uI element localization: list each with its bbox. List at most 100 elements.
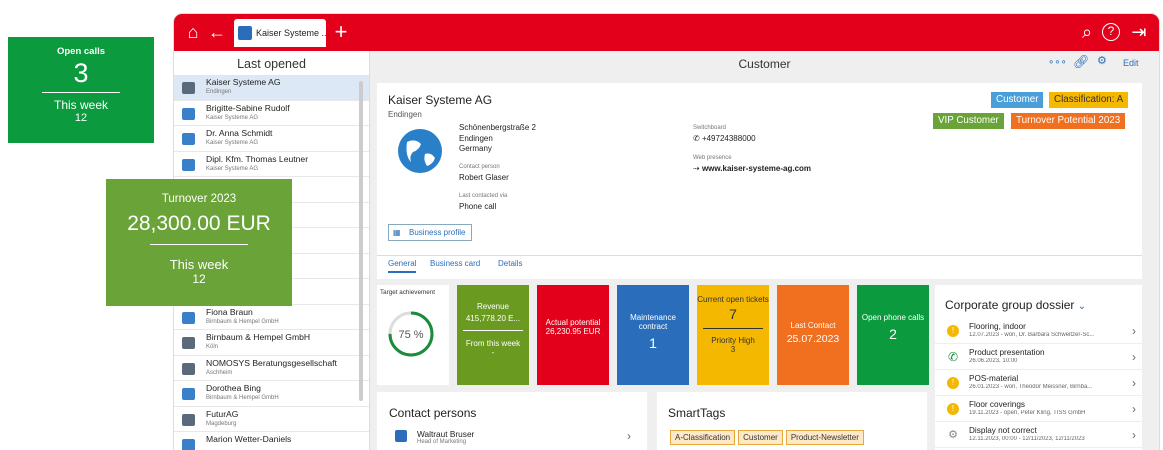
contact-person-role: Head of Marketing xyxy=(417,439,467,445)
company-icon xyxy=(182,337,195,349)
dossier-item-sub: 12.07.2023 - won, Dr. Barbara Schweitzer… xyxy=(969,332,1095,338)
list-item[interactable]: Fiona Braun Birnbaum & Hempel GmbH xyxy=(174,305,369,330)
revenue-value: 415,778.20 E... xyxy=(465,314,521,323)
address: Schönenbergstraße 2 Endingen Germany xyxy=(459,123,536,155)
list-item[interactable]: Brigitte-Sabine Rudolf Kaiser Systeme AG xyxy=(174,101,369,126)
dossier-item-sub: 26.06.2023, 10:00 xyxy=(969,358,1018,364)
dossier-item-sub: 26.01.2023 - won, Theodor Meissner, Birn… xyxy=(969,384,1093,390)
tile-divider xyxy=(703,328,763,329)
chevron-right-icon: › xyxy=(1132,428,1136,442)
web-value: www.kaiser-systeme-ag.com xyxy=(701,164,812,173)
edit-button[interactable]: Edit xyxy=(1123,58,1139,68)
list-item-sub: Aschheim xyxy=(206,369,233,376)
list-item-sub: Birnbaum & Hempel GmbH xyxy=(206,395,279,401)
back-arrow-icon[interactable]: ← xyxy=(206,21,228,43)
business-profile-button[interactable]: ▦ Business profile xyxy=(388,224,473,241)
dossier-item[interactable]: ! Floor coverings 19.11.2023 - open, Peter… xyxy=(935,396,1142,422)
home-icon[interactable]: ⌂ xyxy=(182,21,204,43)
maintenance-title: Maintenance contract xyxy=(630,313,676,331)
contact-value[interactable]: Robert Glaser xyxy=(459,173,509,182)
search-icon[interactable]: ⌕ xyxy=(1076,21,1098,43)
person-icon xyxy=(182,439,195,450)
tab-business-card[interactable]: Business card xyxy=(430,259,480,268)
phone-calls-title: Open phone calls xyxy=(861,313,925,322)
add-tab-icon[interactable]: + xyxy=(330,21,352,43)
list-item[interactable]: Birnbaum & Hempel GmbH Köln xyxy=(174,330,369,356)
target-value: 75 % xyxy=(398,329,423,341)
potential-tile[interactable]: Actual potential 26,230.95 EUR xyxy=(537,285,609,385)
dossier-title-text: Corporate group dossier xyxy=(945,298,1075,312)
settings-icon[interactable]: ⚙ xyxy=(1097,54,1107,67)
phone-calls-tile[interactable]: Open phone calls 2 xyxy=(857,285,929,385)
tag-product-newsletter[interactable]: Product-Newsletter xyxy=(785,430,864,445)
revenue-tile[interactable]: Revenue 415,778.20 E... From this week - xyxy=(457,285,529,385)
chevron-right-icon: › xyxy=(1132,376,1136,390)
person-icon xyxy=(395,430,407,442)
list-item-name: Marion Wetter-Daniels xyxy=(206,434,292,444)
tab-details[interactable]: Details xyxy=(498,259,522,268)
dossier-item[interactable]: ! POS-material 26.01.2023 - won, Theodor M… xyxy=(935,370,1142,396)
company-icon xyxy=(182,82,195,94)
tag-a-classification[interactable]: A-Classification xyxy=(670,430,736,445)
person-icon xyxy=(182,388,195,400)
list-item-name: Dr. Anna Schmidt xyxy=(206,128,273,138)
turnover-sub: This week xyxy=(169,257,229,272)
list-item-sub: Endingen xyxy=(206,89,232,95)
list-item-sub: Köln xyxy=(206,344,219,350)
more-icon[interactable]: ∘∘∘ xyxy=(1048,57,1067,68)
turnover-subval: 12 xyxy=(192,272,206,286)
dossier-item[interactable]: ⚙ Display not correct 12.11.2023, 00:00 - … xyxy=(935,422,1142,448)
list-item[interactable]: FuturAG Magdeburg xyxy=(174,407,369,432)
tickets-value: 7 xyxy=(729,306,737,322)
list-item[interactable]: Kaiser Systeme AG Endingen xyxy=(174,75,369,101)
list-item[interactable]: Dr. Anna Schmidt Kaiser Systeme AG xyxy=(174,126,369,152)
logout-icon[interactable]: ⇥ xyxy=(1128,21,1150,43)
tag-list: A-Classification Customer Product-Newslett… xyxy=(670,427,867,445)
dossier-list: ! Flooring, indoor 12.07.2023 - won, Dr. B… xyxy=(935,318,1142,448)
turnover-title: Turnover 2023 xyxy=(161,193,237,205)
tag-customer[interactable]: Customer xyxy=(738,430,783,445)
last-contact-tile[interactable]: Last Contact 25.07.2023 xyxy=(777,285,849,385)
dossier-item[interactable]: ✆ Product presentation 26.06.2023, 10:00 › xyxy=(935,344,1142,370)
revenue-sub: From this week xyxy=(465,339,521,348)
switchboard[interactable]: ✆ +49724388000 xyxy=(693,134,756,143)
open-calls-card: Open calls 3 This week 12 xyxy=(8,37,154,143)
scrollbar[interactable] xyxy=(359,81,363,401)
dossier-item[interactable]: ! Flooring, indoor 12.07.2023 - won, Dr. B… xyxy=(935,318,1142,344)
tab-general[interactable]: General xyxy=(388,259,417,273)
person-icon xyxy=(182,133,195,145)
switchboard-value: +49724388000 xyxy=(701,134,756,143)
list-item-name: NOMOSYS Beratungsgesellschaft xyxy=(206,357,337,368)
dossier-item-sub: 12.11.2023, 00:00 - 12/11/2023, 12/11/20… xyxy=(969,436,1085,442)
person-icon xyxy=(182,158,195,171)
tickets-tile[interactable]: Current open tickets 7 Priority High 3 xyxy=(697,285,769,385)
maintenance-value: 1 xyxy=(649,335,657,351)
web[interactable]: ⇢ www.kaiser-systeme-ag.com xyxy=(693,164,811,173)
chevron-right-icon: › xyxy=(1132,350,1136,364)
revenue-title: Revenue xyxy=(476,302,510,311)
link-icon[interactable]: 🔗︎ xyxy=(1073,54,1090,70)
company-icon xyxy=(182,413,195,426)
list-item[interactable]: NOMOSYS Beratungsgesellschaft Aschheim xyxy=(174,356,369,381)
company-card-icon xyxy=(238,26,252,40)
list-item-name: Kaiser Systeme AG xyxy=(206,77,281,87)
contact-label: Contact person xyxy=(459,164,500,170)
maintenance-tile[interactable]: Maintenance contract 1 xyxy=(617,285,689,385)
address-city: Endingen xyxy=(459,133,493,143)
classification-badge: Classification: A xyxy=(1049,92,1129,108)
contact-person-name[interactable]: Waltraut Bruser xyxy=(417,429,474,439)
list-item-name: Birnbaum & Hempel GmbH xyxy=(206,332,311,342)
customer-card: Kaiser Systeme AG Endingen Schönenbergst… xyxy=(377,83,1142,279)
tab-kaiser-systeme[interactable]: Kaiser Systeme ... xyxy=(234,19,326,47)
list-item[interactable]: Dipl. Kfm. Thomas Leutner Kaiser Systeme … xyxy=(174,152,369,177)
chevron-right-icon[interactable]: › xyxy=(627,429,631,443)
dossier-title[interactable]: Corporate group dossier ⌄ xyxy=(945,298,1086,312)
help-icon[interactable]: ? xyxy=(1102,23,1120,41)
list-item[interactable]: Dorothea Bing Birnbaum & Hempel GmbH xyxy=(174,381,369,407)
list-item[interactable]: Marion Wetter-Daniels xyxy=(174,432,369,450)
chevron-right-icon: › xyxy=(1132,324,1136,338)
list-item-sub: Magdeburg xyxy=(206,420,237,427)
tab-label: Kaiser Systeme ... xyxy=(256,28,326,38)
contact-persons-panel: Contact persons Waltraut Bruser Head of … xyxy=(377,392,647,450)
company-icon xyxy=(182,362,195,375)
